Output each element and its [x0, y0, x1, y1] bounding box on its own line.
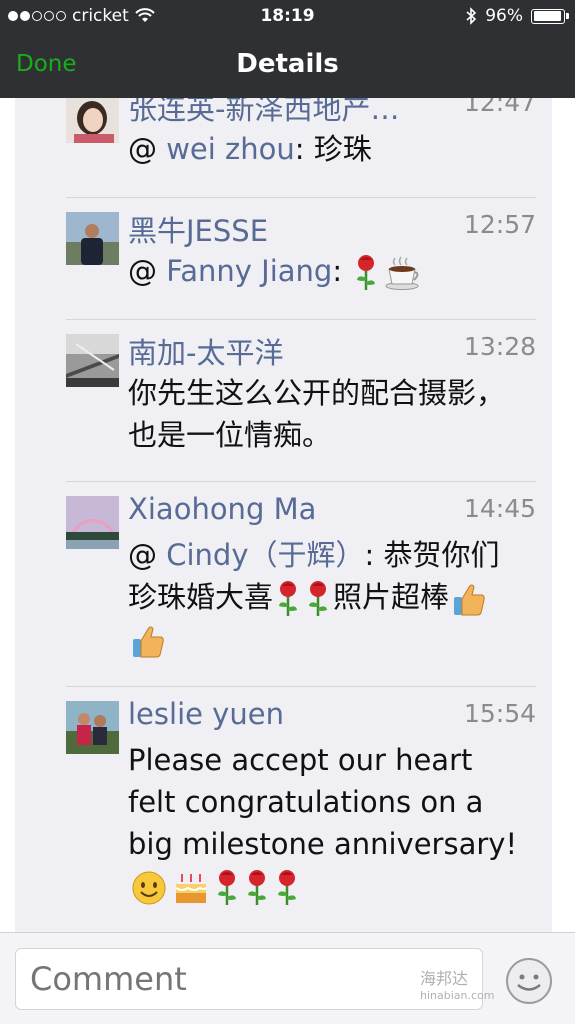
comment-text-content: :	[332, 254, 352, 288]
comment-time: 15:54	[463, 699, 536, 728]
comment-text-content: : 珍珠	[294, 132, 372, 166]
battery-icon	[531, 8, 569, 24]
commenter-name[interactable]: 南加-太平洋	[128, 330, 438, 372]
watermark-subtext: hinabian.com	[420, 989, 495, 1002]
battery-fill	[533, 11, 561, 21]
comment-item[interactable]: Xiaohong Ma 14:45 @ Cindy（于辉）: 恭贺你们珍珠婚大喜…	[66, 482, 536, 687]
comment-item[interactable]: 黑牛JESSE 12:57 @ Fanny Jiang:	[66, 198, 536, 320]
status-bar: cricket 18:19 96%	[0, 0, 575, 32]
battery-percent: 96%	[485, 6, 523, 26]
top-bar: cricket 18:19 96% Done Details	[0, 0, 575, 98]
commenter-name[interactable]: 张连英-新泽西地产…	[128, 98, 438, 128]
watermark-text: 海邦达	[420, 969, 469, 988]
rose-emoji-icon	[279, 581, 298, 616]
avatar-image	[66, 212, 119, 265]
comment-text-content: Please accept our heart felt congratulat…	[128, 743, 518, 861]
comment-text: @ Cindy（于辉）: 恭贺你们珍珠婚大喜 照片超棒	[128, 534, 528, 660]
smile-emoji-icon	[132, 871, 166, 905]
mention-link[interactable]: Cindy（于辉）	[166, 538, 364, 572]
avatar[interactable]	[66, 701, 119, 754]
emoji-button-icon[interactable]	[500, 952, 558, 1010]
comment-item[interactable]: 南加-太平洋 13:28 你先生这么公开的配合摄影，也是一位情痴。	[66, 320, 536, 482]
comment-text: @ Fanny Jiang:	[128, 250, 528, 292]
avatar[interactable]	[66, 212, 119, 265]
rose-emoji-icon	[309, 581, 328, 616]
commenter-name[interactable]: 黑牛JESSE	[128, 208, 438, 250]
avatar[interactable]	[66, 334, 119, 387]
avatar-image	[66, 98, 119, 143]
nav-bar: Done Details	[0, 34, 575, 98]
avatar-image	[66, 496, 119, 549]
thumbs-up-emoji-icon	[454, 584, 485, 616]
comments-scroll-area[interactable]: 张连英-新泽西地产… 12:47 @ wei zhou: 珍珠 黑牛JESSE …	[0, 98, 575, 932]
mention-link[interactable]: wei zhou	[166, 132, 295, 166]
avatar-image	[66, 701, 119, 754]
rose-emoji-icon	[278, 870, 296, 905]
rose-emoji-icon	[218, 870, 236, 905]
commenter-name[interactable]: Xiaohong Ma	[128, 492, 438, 526]
comment-item[interactable]: 张连英-新泽西地产… 12:47 @ wei zhou: 珍珠	[66, 98, 536, 198]
comments-panel: 张连英-新泽西地产… 12:47 @ wei zhou: 珍珠 黑牛JESSE …	[15, 98, 552, 932]
commenter-name[interactable]: leslie yuen	[128, 697, 438, 731]
comment-text: @ wei zhou: 珍珠	[128, 132, 372, 166]
page-title: Details	[236, 49, 339, 79]
comment-input[interactable]	[15, 948, 483, 1010]
avatar-image	[66, 334, 119, 387]
comment-item[interactable]: leslie yuen 15:54 Please accept our hear…	[66, 687, 536, 932]
avatar[interactable]	[66, 496, 119, 549]
cake-emoji-icon	[175, 874, 207, 903]
comment-time: 12:57	[463, 210, 536, 239]
bluetooth-icon	[466, 7, 477, 25]
comment-time: 12:47	[463, 98, 536, 117]
avatar[interactable]	[66, 98, 119, 143]
coffee-emoji-icon	[385, 256, 419, 290]
comment-text: 你先生这么公开的配合摄影，也是一位情痴。	[128, 376, 506, 452]
watermark: 海邦达 hinabian.com	[420, 965, 494, 1002]
rose-emoji-icon	[248, 870, 266, 905]
comment-time: 14:45	[463, 494, 536, 523]
comment-time: 13:28	[463, 332, 536, 361]
rose-emoji-icon	[357, 255, 376, 290]
comment-text-content: 照片超棒	[333, 580, 450, 614]
comment-text: Please accept our heart felt congratulat…	[128, 739, 528, 907]
mention-link[interactable]: Fanny Jiang	[166, 254, 332, 288]
thumbs-up-emoji-icon	[133, 626, 164, 658]
status-right: 96%	[465, 6, 569, 26]
